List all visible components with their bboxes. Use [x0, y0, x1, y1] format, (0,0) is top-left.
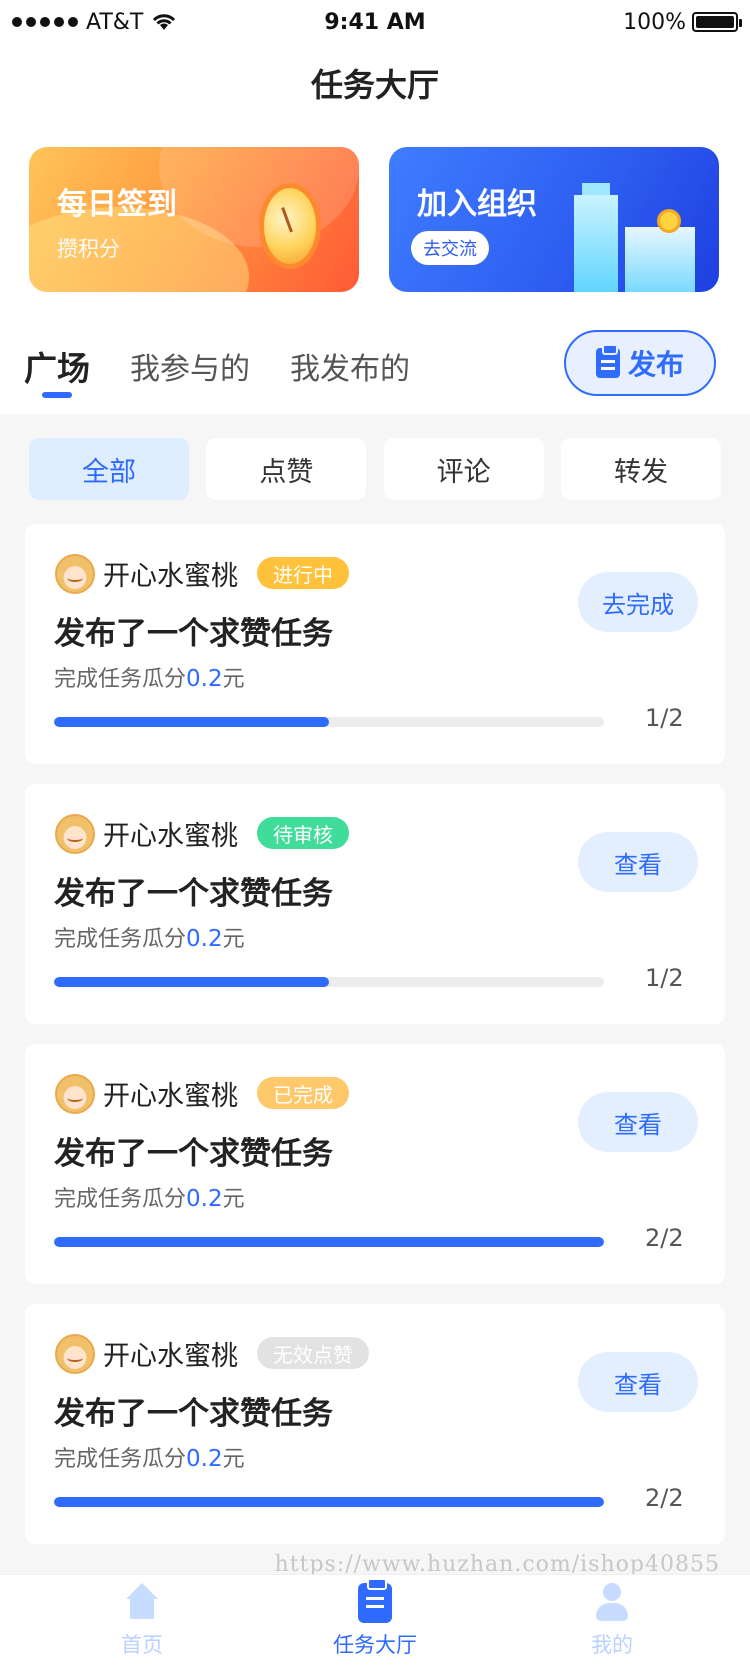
task-list-area: 全部 点赞 评论 转发 开心水蜜桃 进行中 发布了一个求赞任务 完成任务瓜分0.…	[0, 414, 750, 1574]
tab-square[interactable]: 广场	[24, 342, 90, 390]
tab-bar: 广场 我参与的 我发布的 发布	[0, 330, 750, 414]
username: 开心水蜜桃	[103, 561, 238, 592]
view-button[interactable]: 查看	[578, 1352, 698, 1412]
task-reward: 完成任务瓜分0.2元	[54, 1441, 245, 1473]
status-badge: 已完成	[257, 1077, 349, 1109]
publish-label: 发布	[627, 348, 684, 381]
checkin-subtitle: 攒积分	[57, 237, 120, 261]
reward-prefix: 完成任务瓜分	[54, 667, 187, 692]
task-card[interactable]: 开心水蜜桃 待审核 发布了一个求赞任务 完成任务瓜分0.2元 1/2 查看	[25, 784, 725, 1024]
task-title: 发布了一个求赞任务	[54, 876, 333, 912]
status-bar: AT&T 9:41 AM 100%	[0, 0, 750, 44]
username: 开心水蜜桃	[103, 1341, 238, 1372]
reward-prefix: 完成任务瓜分	[54, 927, 187, 952]
task-card[interactable]: 开心水蜜桃 已完成 发布了一个求赞任务 完成任务瓜分0.2元 2/2 查看	[25, 1044, 725, 1284]
buildings-icon	[574, 183, 618, 292]
view-button[interactable]: 查看	[578, 832, 698, 892]
nav-home-label: 首页	[121, 1633, 163, 1657]
nav-me-label: 我的	[591, 1633, 633, 1657]
publish-button[interactable]: 发布	[564, 330, 716, 396]
go-complete-button[interactable]: 去完成	[578, 572, 698, 632]
task-title: 发布了一个求赞任务	[54, 616, 333, 652]
progress-bar	[54, 977, 604, 987]
filter-comment[interactable]: 评论	[383, 438, 544, 500]
status-badge: 待审核	[257, 817, 349, 849]
coin-icon	[657, 209, 681, 233]
progress-bar	[54, 1237, 604, 1247]
task-reward: 完成任务瓜分0.2元	[54, 921, 245, 953]
reward-amount: 0.2	[186, 926, 223, 952]
clipboard-icon	[595, 344, 620, 378]
reward-amount: 0.2	[186, 1186, 223, 1212]
progress-fill	[54, 1497, 604, 1507]
avatar	[55, 814, 95, 854]
tab-published[interactable]: 我发布的	[290, 344, 410, 388]
task-reward: 完成任务瓜分0.2元	[54, 1181, 245, 1213]
progress-text: 1/2	[645, 704, 684, 732]
filter-like[interactable]: 点赞	[206, 438, 367, 500]
reward-unit: 元	[222, 1187, 245, 1212]
task-card[interactable]: 开心水蜜桃 无效点赞 发布了一个求赞任务 完成任务瓜分0.2元 2/2 查看	[25, 1304, 725, 1544]
status-time: 9:41 AM	[324, 9, 426, 35]
progress-fill	[54, 717, 329, 727]
progress-text: 1/2	[645, 964, 684, 992]
filter-all[interactable]: 全部	[29, 438, 189, 500]
status-badge: 进行中	[257, 557, 349, 589]
progress-bar	[54, 717, 604, 727]
nav-home[interactable]: 首页	[62, 1583, 222, 1659]
nav-task-hall[interactable]: 任务大厅	[295, 1578, 455, 1659]
username: 开心水蜜桃	[103, 821, 238, 852]
task-title: 发布了一个求赞任务	[54, 1396, 333, 1432]
progress-text: 2/2	[645, 1224, 684, 1252]
clock-icon	[259, 183, 321, 269]
nav-me[interactable]: 我的	[532, 1583, 692, 1659]
page-title: 任务大厅	[310, 66, 439, 104]
reward-prefix: 完成任务瓜分	[54, 1447, 187, 1472]
task-title: 发布了一个求赞任务	[54, 1136, 333, 1172]
reward-prefix: 完成任务瓜分	[54, 1187, 187, 1212]
progress-bar	[54, 1497, 604, 1507]
view-button[interactable]: 查看	[578, 1092, 698, 1152]
avatar	[55, 1074, 95, 1114]
join-org-button[interactable]: 去交流	[411, 231, 489, 265]
home-icon	[120, 1583, 164, 1623]
checkin-title: 每日签到	[57, 187, 177, 222]
bottom-nav: 首页 任务大厅 我的	[0, 1574, 750, 1672]
status-badge: 无效点赞	[257, 1337, 369, 1369]
building-icon	[625, 227, 695, 292]
avatar	[55, 1334, 95, 1374]
tab-active-indicator	[42, 392, 72, 398]
username: 开心水蜜桃	[103, 1081, 238, 1112]
task-reward: 完成任务瓜分0.2元	[54, 661, 245, 693]
task-icon	[358, 1578, 392, 1623]
daily-checkin-banner[interactable]: 每日签到 攒积分	[29, 147, 359, 292]
nav-task-hall-label: 任务大厅	[333, 1633, 417, 1657]
reward-unit: 元	[222, 1447, 245, 1472]
progress-text: 2/2	[645, 1484, 684, 1512]
filter-bar: 全部 点赞 评论 转发	[29, 438, 721, 500]
join-org-banner[interactable]: 加入组织 去交流	[389, 147, 719, 292]
battery-icon	[692, 12, 742, 32]
progress-fill	[54, 977, 329, 987]
reward-amount: 0.2	[186, 666, 223, 692]
reward-unit: 元	[222, 927, 245, 952]
reward-amount: 0.2	[186, 1446, 223, 1472]
reward-unit: 元	[222, 667, 245, 692]
task-card[interactable]: 开心水蜜桃 进行中 发布了一个求赞任务 完成任务瓜分0.2元 1/2 去完成	[25, 524, 725, 764]
user-icon	[590, 1583, 634, 1623]
progress-fill	[54, 1237, 604, 1247]
tab-participated[interactable]: 我参与的	[130, 344, 250, 388]
join-org-title: 加入组织	[417, 187, 537, 222]
avatar	[55, 554, 95, 594]
filter-share[interactable]: 转发	[560, 438, 721, 500]
